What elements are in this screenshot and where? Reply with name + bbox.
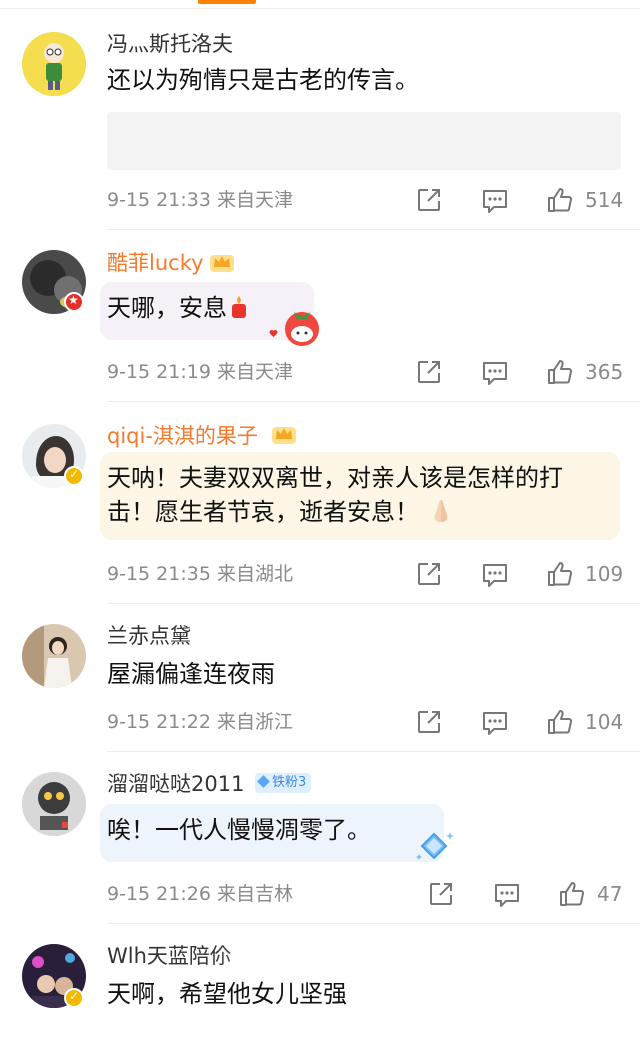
fan-badge: 铁粉3	[255, 773, 312, 793]
comment-item: 冯灬斯托洛夫 还以为殉情只是古老的传言。 9-15 21:33 来自天津 514	[0, 0, 640, 230]
share-icon[interactable]	[416, 187, 442, 213]
name-fade	[218, 942, 318, 972]
like-icon[interactable]	[546, 358, 574, 386]
avatar[interactable]	[22, 32, 86, 96]
share-icon[interactable]	[416, 709, 442, 735]
comment-location: 来自天津	[216, 189, 293, 211]
username[interactable]: 酷菲lucky	[107, 249, 204, 277]
comment-location: 来自天津	[216, 361, 293, 383]
like-count: 514	[585, 188, 624, 212]
username[interactable]: 冯灬斯托洛夫	[107, 30, 233, 58]
comment-icon[interactable]	[481, 188, 509, 214]
like-icon[interactable]	[546, 186, 574, 214]
comment-text: 天啊，希望他女儿坚强	[107, 980, 347, 1008]
fan-badge-label: 铁粉3	[272, 775, 307, 790]
comment-text: 还以为殉情只是古老的传言。	[107, 66, 419, 94]
comment-icon[interactable]	[481, 360, 509, 386]
comment-text: 唉！一代人慢慢凋零了。	[107, 816, 371, 844]
like-count: 365	[585, 360, 624, 384]
avatar[interactable]	[22, 624, 86, 688]
comment-location: 来自浙江	[216, 711, 293, 733]
comment-date: 9-15 21:19	[107, 361, 211, 383]
comment-item: qiqi-淇淇的果子 天呐！夫妻双双离世，对亲人该是怎样的打 击！愿生者节哀，逝…	[0, 402, 640, 604]
comment-icon[interactable]	[481, 710, 509, 736]
like-count: 47	[597, 882, 623, 906]
username[interactable]: 兰赤点黛	[107, 622, 191, 650]
comment-text: 击！愿生者节哀，逝者安息！	[107, 498, 419, 526]
comment-icon[interactable]	[493, 882, 521, 908]
crown-icon	[272, 427, 296, 444]
comment-item: 兰赤点黛 屋漏偏逢连夜雨 9-15 21:22 来自浙江 104	[0, 604, 640, 752]
like-icon[interactable]	[558, 880, 586, 908]
username[interactable]: 溜溜哒哒2011	[107, 770, 244, 798]
candle-emoji	[232, 296, 246, 318]
comment-item: 酷菲lucky 天哪，安息 9-15 21:19 来自天津 365	[0, 230, 640, 402]
verified-icon	[64, 466, 84, 486]
comment-icon[interactable]	[481, 562, 509, 588]
diamond-sticker-icon	[416, 832, 454, 860]
diamond-icon	[257, 775, 270, 788]
share-icon[interactable]	[416, 561, 442, 587]
share-icon[interactable]	[428, 881, 454, 907]
crown-icon	[210, 255, 234, 272]
comment-item: Wlh天蓝陪伱 天啊，希望他女儿坚强	[0, 924, 640, 1041]
strawberry-sticker-icon	[285, 312, 319, 346]
like-count: 104	[585, 710, 624, 734]
comment-date: 9-15 21:35	[107, 563, 211, 585]
like-icon[interactable]	[546, 708, 574, 736]
username[interactable]: qiqi-淇淇的果子	[107, 422, 258, 450]
avatar[interactable]	[22, 772, 86, 836]
username[interactable]: Wlh天蓝陪伱	[107, 942, 231, 970]
share-icon[interactable]	[416, 359, 442, 385]
comment-date: 9-15 21:22	[107, 711, 211, 733]
comment-location: 来自湖北	[216, 563, 293, 585]
verified-icon	[64, 988, 84, 1008]
comment-location: 来自吉林	[216, 883, 293, 905]
comment-item: 溜溜哒哒2011 铁粉3 唉！一代人慢慢凋零了。 9-15 21:26 来自吉林…	[0, 752, 640, 924]
comment-text: 天呐！夫妻双双离世，对亲人该是怎样的打	[107, 464, 563, 492]
like-icon[interactable]	[546, 560, 574, 588]
comment-text: 屋漏偏逢连夜雨	[107, 660, 275, 688]
official-badge-icon	[64, 292, 84, 312]
praying-hands-emoji	[434, 500, 448, 522]
comment-date: 9-15 21:26	[107, 883, 211, 905]
comment-image[interactable]	[107, 112, 621, 170]
comment-text: 天哪，安息	[107, 294, 227, 322]
heart-icon	[269, 330, 278, 338]
comment-date: 9-15 21:33	[107, 189, 211, 211]
like-count: 109	[585, 562, 624, 586]
